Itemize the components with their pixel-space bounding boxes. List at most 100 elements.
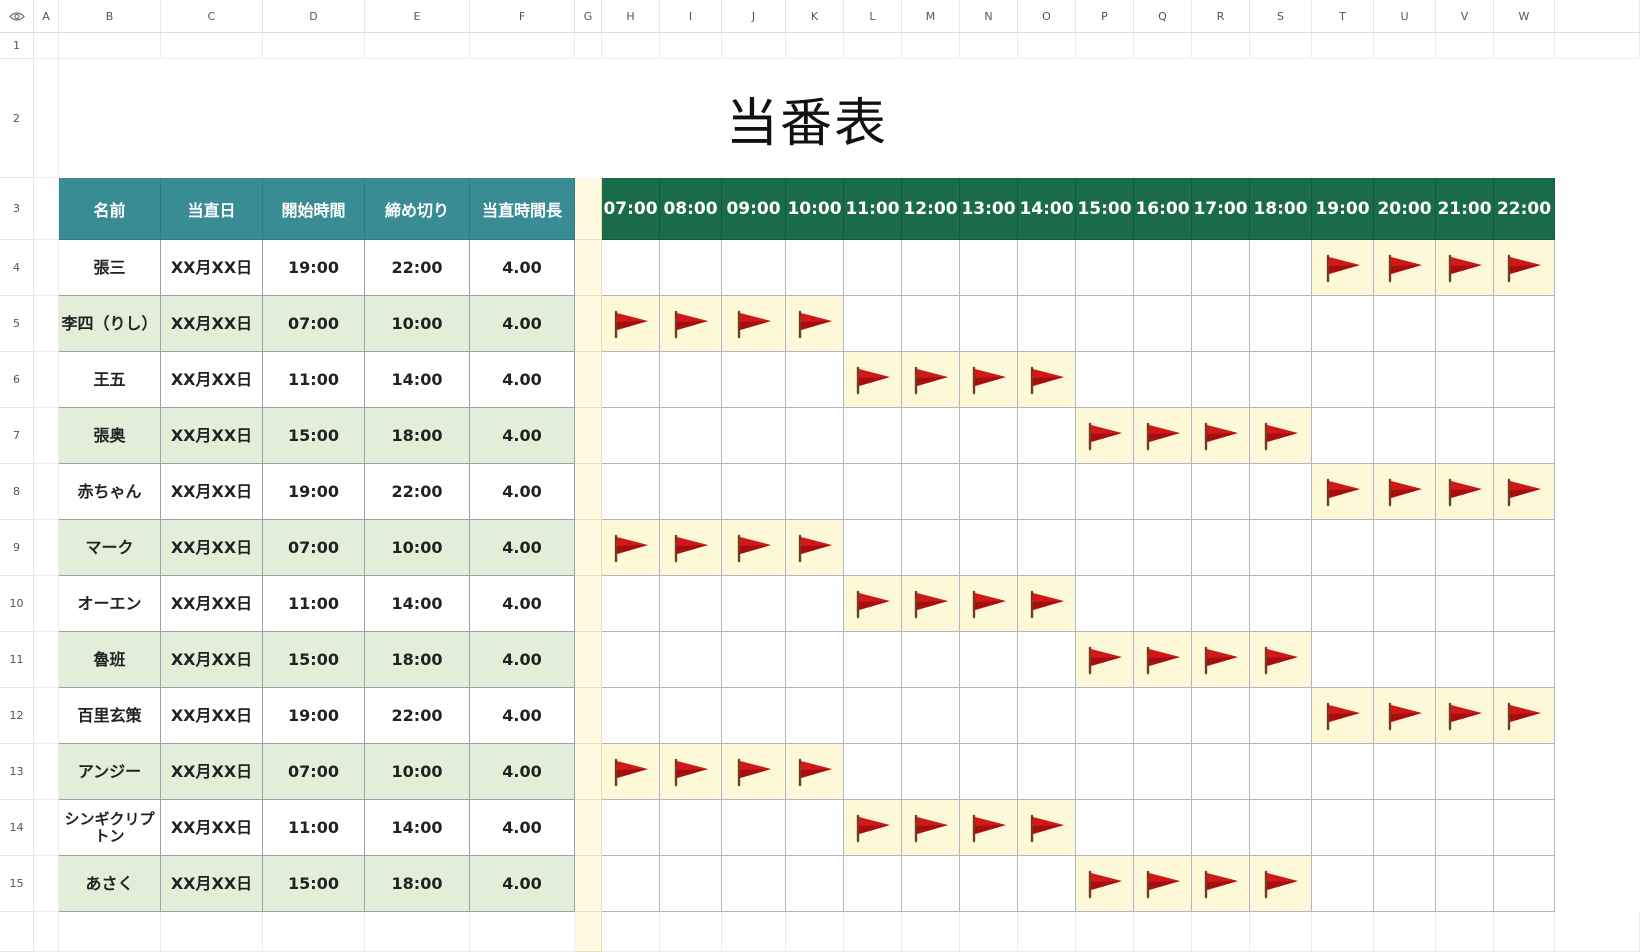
hour-cell[interactable] — [1374, 408, 1436, 464]
hour-cell[interactable] — [1312, 800, 1374, 856]
table-cell-date[interactable]: XX月XX日 — [161, 800, 263, 856]
hour-cell[interactable] — [1076, 744, 1134, 800]
hour-cell[interactable] — [1374, 576, 1436, 632]
hour-cell[interactable] — [1134, 688, 1192, 744]
duty-cell[interactable] — [902, 352, 960, 408]
table-cell-hours[interactable]: 4.00 — [470, 520, 575, 576]
hour-cell[interactable] — [1374, 296, 1436, 352]
table-cell-hours[interactable]: 4.00 — [470, 352, 575, 408]
hour-cell[interactable] — [1076, 240, 1134, 296]
hour-cell[interactable] — [1250, 576, 1312, 632]
table-cell-name[interactable]: 張奥 — [59, 408, 161, 464]
hour-cell[interactable] — [1312, 576, 1374, 632]
hour-cell[interactable] — [786, 632, 844, 688]
hour-cell[interactable] — [602, 464, 660, 520]
table-cell-name[interactable]: 李四（りし） — [59, 296, 161, 352]
duty-cell[interactable] — [602, 296, 660, 352]
hour-cell[interactable] — [960, 744, 1018, 800]
table-cell-start[interactable]: 19:00 — [263, 688, 365, 744]
column-header-w[interactable]: W — [1494, 0, 1555, 33]
hour-cell[interactable] — [1374, 800, 1436, 856]
hour-cell[interactable] — [844, 632, 902, 688]
column-header-c[interactable]: C — [161, 0, 263, 33]
table-cell-end[interactable]: 22:00 — [365, 688, 470, 744]
hour-cell[interactable] — [1134, 296, 1192, 352]
column-header-g[interactable]: G — [575, 0, 602, 33]
table-cell-end[interactable]: 18:00 — [365, 632, 470, 688]
hour-cell[interactable] — [1192, 240, 1250, 296]
column-header-r[interactable]: R — [1192, 0, 1250, 33]
table-cell-start[interactable]: 07:00 — [263, 744, 365, 800]
table-cell-end[interactable]: 10:00 — [365, 744, 470, 800]
hour-cell[interactable] — [1374, 352, 1436, 408]
hour-cell[interactable] — [1494, 408, 1555, 464]
column-header-e[interactable]: E — [365, 0, 470, 33]
hour-cell[interactable] — [1494, 352, 1555, 408]
hour-cell[interactable] — [1076, 520, 1134, 576]
hour-cell[interactable] — [1134, 744, 1192, 800]
hour-cell[interactable] — [786, 464, 844, 520]
hour-cell[interactable] — [722, 464, 786, 520]
hour-cell[interactable] — [1374, 856, 1436, 912]
table-cell-name[interactable]: アンジー — [59, 744, 161, 800]
hour-cell[interactable] — [1076, 688, 1134, 744]
duty-cell[interactable] — [1436, 464, 1494, 520]
duty-cell[interactable] — [902, 576, 960, 632]
table-cell-name[interactable]: シンギクリプトン — [59, 800, 161, 856]
hour-cell[interactable] — [960, 464, 1018, 520]
hour-cell[interactable] — [1312, 520, 1374, 576]
duty-cell[interactable] — [1134, 408, 1192, 464]
row-header-7[interactable]: 7 — [0, 408, 34, 464]
table-cell-end[interactable]: 22:00 — [365, 464, 470, 520]
hour-cell[interactable] — [844, 408, 902, 464]
table-cell-start[interactable]: 07:00 — [263, 520, 365, 576]
table-cell-hours[interactable]: 4.00 — [470, 408, 575, 464]
table-cell-name[interactable]: 魯班 — [59, 632, 161, 688]
row-header-6[interactable]: 6 — [0, 352, 34, 408]
hour-cell[interactable] — [1250, 296, 1312, 352]
hour-cell[interactable] — [602, 408, 660, 464]
duty-cell[interactable] — [722, 520, 786, 576]
hour-cell[interactable] — [960, 856, 1018, 912]
hour-cell[interactable] — [902, 856, 960, 912]
hour-cell[interactable] — [1134, 800, 1192, 856]
hour-cell[interactable] — [1436, 520, 1494, 576]
duty-cell[interactable] — [960, 800, 1018, 856]
hour-cell[interactable] — [1374, 632, 1436, 688]
hour-cell[interactable] — [844, 240, 902, 296]
table-cell-end[interactable]: 14:00 — [365, 352, 470, 408]
hour-cell[interactable] — [602, 856, 660, 912]
hour-cell[interactable] — [602, 800, 660, 856]
duty-cell[interactable] — [786, 520, 844, 576]
hour-cell[interactable] — [1192, 800, 1250, 856]
table-cell-date[interactable]: XX月XX日 — [161, 296, 263, 352]
table-cell-name[interactable]: 百里玄策 — [59, 688, 161, 744]
table-cell-end[interactable]: 22:00 — [365, 240, 470, 296]
hour-cell[interactable] — [902, 296, 960, 352]
table-cell-name[interactable]: あさく — [59, 856, 161, 912]
table-cell-hours[interactable]: 4.00 — [470, 632, 575, 688]
hour-cell[interactable] — [844, 296, 902, 352]
duty-cell[interactable] — [1250, 632, 1312, 688]
hour-cell[interactable] — [1134, 464, 1192, 520]
table-cell-name[interactable]: マーク — [59, 520, 161, 576]
hour-cell[interactable] — [902, 632, 960, 688]
hour-cell[interactable] — [844, 464, 902, 520]
duty-cell[interactable] — [602, 520, 660, 576]
hour-cell[interactable] — [1192, 744, 1250, 800]
duty-cell[interactable] — [1374, 464, 1436, 520]
table-cell-hours[interactable]: 4.00 — [470, 744, 575, 800]
table-cell-hours[interactable]: 4.00 — [470, 240, 575, 296]
duty-cell[interactable] — [1192, 632, 1250, 688]
table-cell-start[interactable]: 15:00 — [263, 856, 365, 912]
hour-cell[interactable] — [960, 240, 1018, 296]
hour-cell[interactable] — [1494, 632, 1555, 688]
table-cell-end[interactable]: 18:00 — [365, 856, 470, 912]
table-cell-start[interactable]: 19:00 — [263, 464, 365, 520]
hour-cell[interactable] — [1312, 408, 1374, 464]
hour-cell[interactable] — [1192, 576, 1250, 632]
table-cell-name[interactable]: 王五 — [59, 352, 161, 408]
table-cell-date[interactable]: XX月XX日 — [161, 408, 263, 464]
table-cell-date[interactable]: XX月XX日 — [161, 688, 263, 744]
hour-cell[interactable] — [722, 352, 786, 408]
